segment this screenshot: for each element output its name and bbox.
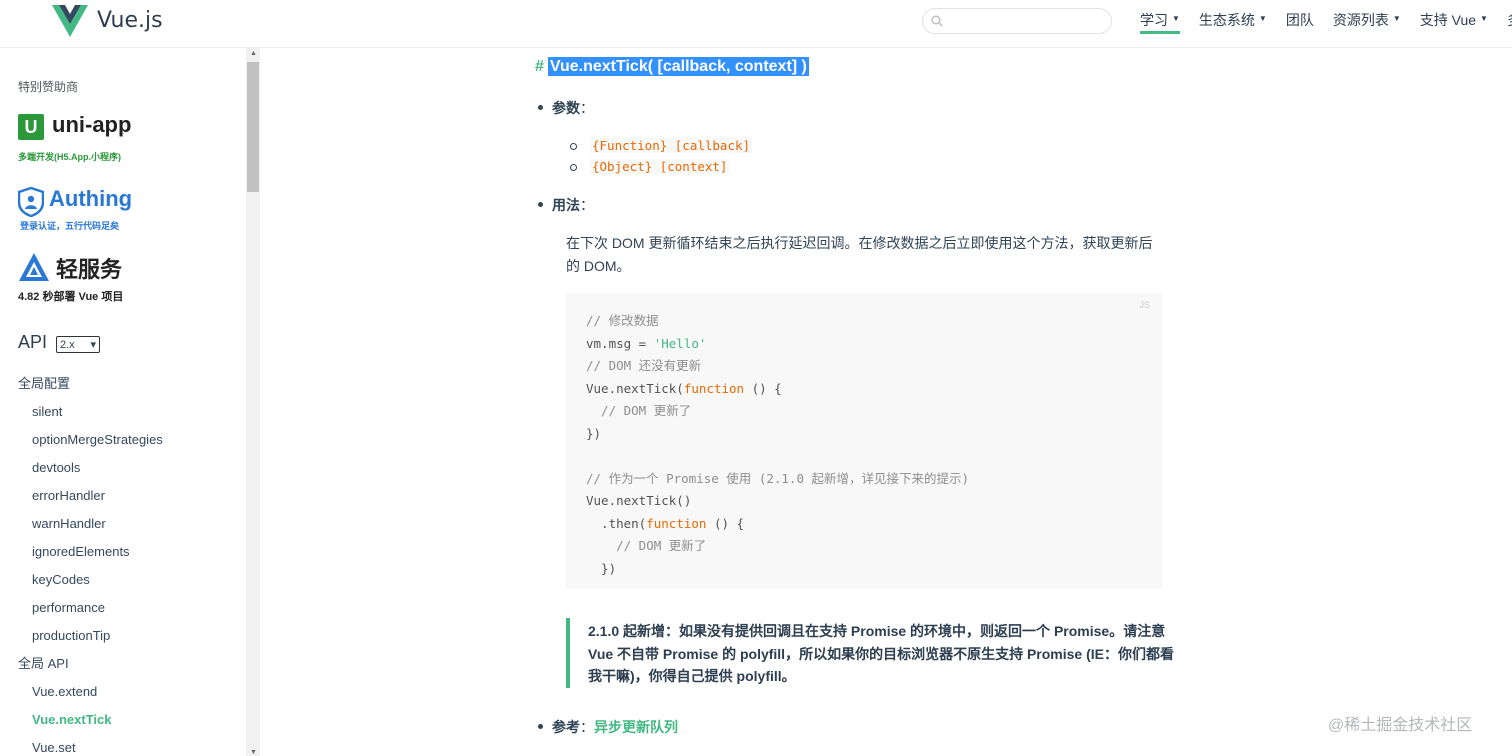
usage-label: 用法 <box>552 197 580 213</box>
usage-description: 在下次 DOM 更新循环结束之后执行延迟回调。在修改数据之后立即使用这个方法，获… <box>566 235 1153 274</box>
main-content: # Vue.nextTick( [callback, context] ) 参数：… <box>260 48 1512 756</box>
nav-label: 学习 <box>1140 12 1168 28</box>
sponsor-name: uni-app <box>52 112 132 137</box>
sidebar-item-error-handler[interactable]: errorHandler <box>0 485 246 513</box>
chevron-down-icon: ▾ <box>90 339 96 351</box>
sidebar: 特别赞助商 U uni-app 多端开发(H5.App.小程序) Authing… <box>0 48 246 756</box>
scrollbar-thumb[interactable] <box>247 62 259 192</box>
sponsor-tagline: 登录认证，五行代码足矣 <box>20 221 120 231</box>
triangle-logo-icon <box>19 253 49 281</box>
nav-ecosystem[interactable]: 生态系统 ▼ <box>1199 10 1267 34</box>
watermark: @稀土掘金技术社区 <box>1328 717 1473 734</box>
version-select[interactable]: 2.x ▾ <box>56 336 100 353</box>
nav-label: 团队 <box>1285 12 1314 28</box>
scroll-up-arrow-icon[interactable]: ▲ <box>250 50 257 57</box>
logo-text[interactable]: Vue.js <box>97 8 163 33</box>
caret-down-icon: ▼ <box>1258 14 1267 23</box>
async-queue-link[interactable]: 异步更新队列 <box>594 719 678 735</box>
code-language-tag: JS <box>1139 300 1150 310</box>
code-line: vm.msg = 'Hello' <box>586 335 707 351</box>
params-colon: ： <box>580 100 594 116</box>
code-line: }) <box>586 560 617 576</box>
top-header: Vue.js 学习 ▼ 生态系统 ▼ 团队 资源列表 ▼ 支持 Vue ▼ 多 <box>0 0 1512 48</box>
code-comment: // 修改数据 <box>586 313 659 328</box>
reference-colon: ： <box>580 719 594 735</box>
nav-label: 生态系统 <box>1198 12 1255 28</box>
caret-down-icon: ▼ <box>1392 14 1401 23</box>
usage-bullet: 用法： <box>538 195 594 215</box>
sidebar-item-devtools[interactable]: devtools <box>0 457 246 485</box>
sidebar-list: 全局配置 silent optionMergeStrategies devtoo… <box>0 373 246 756</box>
sidebar-item-key-codes[interactable]: keyCodes <box>0 569 246 597</box>
section-heading: # Vue.nextTick( [callback, context] ) <box>535 57 809 76</box>
anchor-link[interactable]: # <box>535 58 544 75</box>
nav-resources[interactable]: 资源列表 ▼ <box>1333 10 1401 34</box>
caret-down-icon: ▼ <box>1172 14 1180 23</box>
scroll-down-arrow-icon[interactable]: ▼ <box>250 749 257 756</box>
sidebar-item-warn-handler[interactable]: warnHandler <box>0 513 246 541</box>
params-label: 参数 <box>552 100 580 116</box>
sidebar-section-global-config[interactable]: 全局配置 <box>0 373 246 401</box>
sidebar-item-option-merge-strategies[interactable]: optionMergeStrategies <box>0 429 246 457</box>
code-line: Vue.nextTick(function () { <box>586 380 782 396</box>
sidebar-item-vue-extend[interactable]: Vue.extend <box>0 681 246 709</box>
vue-logo-icon[interactable] <box>52 5 88 37</box>
code-block: JS // 修改数据 vm.msg = 'Hello' // DOM 还没有更新… <box>566 293 1162 589</box>
heading-text: Vue.nextTick( [callback, context] ) <box>547 57 809 76</box>
nav-support-vue[interactable]: 支持 Vue ▼ <box>1420 10 1488 34</box>
version-value: 2.x <box>60 338 75 351</box>
sidebar-item-ignored-elements[interactable]: ignoredElements <box>0 541 246 569</box>
sidebar-section-global-api[interactable]: 全局 API <box>0 653 246 681</box>
sidebar-item-silent[interactable]: silent <box>0 401 246 429</box>
code-comment: // DOM 更新了 <box>586 538 707 553</box>
code-line: }) <box>586 425 602 441</box>
tip-line: 2.1.0 起新增：如果没有提供回调且在支持 Promise 的环境中，则返回一… <box>588 623 1166 639</box>
search-input[interactable] <box>949 12 1104 30</box>
caret-down-icon: ▼ <box>1480 14 1488 23</box>
top-nav: 学习 ▼ 生态系统 ▼ 团队 资源列表 ▼ 支持 Vue ▼ 多 <box>1140 10 1512 34</box>
sidebar-item-production-tip[interactable]: productionTip <box>0 625 246 653</box>
sponsor-name: Authing <box>49 186 133 211</box>
uniapp-logo-icon: U <box>18 114 44 140</box>
code-line: Vue.nextTick() <box>586 493 692 508</box>
search-box[interactable] <box>922 8 1112 34</box>
shield-logo-icon <box>18 187 44 217</box>
nav-label: 资源列表 <box>1332 12 1389 28</box>
sponsor-tagline: 多端开发(H5.App.小程序) <box>18 152 121 162</box>
sidebar-item-vue-set[interactable]: Vue.set <box>0 737 246 756</box>
nav-label: 支持 Vue <box>1419 12 1477 28</box>
tip-line: 我干嘛)，你得自己提供 polyfill。 <box>588 668 796 684</box>
usage-colon: ： <box>580 197 594 213</box>
code-content: // 修改数据 vm.msg = 'Hello' // DOM 还没有更新 Vu… <box>586 310 969 580</box>
api-title: API <box>18 332 48 352</box>
code-line: .then(function () { <box>586 515 745 531</box>
param-context: {Object} [context] <box>569 159 730 174</box>
sidebar-item-vue-nexttick[interactable]: Vue.nextTick <box>0 709 246 737</box>
sponsor-name: 轻服务 <box>56 257 123 282</box>
sponsor-title: 特别赞助商 <box>18 80 79 94</box>
code-comment: // 作为一个 Promise 使用 (2.1.0 起新增，详见接下来的提示) <box>586 470 970 486</box>
tip-line: Vue 不自带 Promise 的 polyfill，所以如果你的目标浏览器不原… <box>588 645 1174 662</box>
nav-more[interactable]: 多 <box>1507 10 1512 34</box>
reference-label: 参考 <box>552 719 580 735</box>
code-comment: // DOM 更新了 <box>586 403 692 418</box>
sidebar-scrollbar[interactable]: ▲ ▼ <box>246 48 260 756</box>
nav-label: 多 <box>1507 10 1512 30</box>
params-bullet: 参数： <box>538 98 594 118</box>
param-callback: {Function} [callback] <box>569 138 753 153</box>
search-icon <box>931 15 943 27</box>
sidebar-item-performance[interactable]: performance <box>0 597 246 625</box>
nav-learn[interactable]: 学习 ▼ <box>1140 10 1180 34</box>
code-comment: // DOM 还没有更新 <box>586 358 702 373</box>
reference-bullet: 参考：异步更新队列 <box>538 717 678 737</box>
nav-team[interactable]: 团队 <box>1286 10 1314 34</box>
sponsor-tagline: 4.82 秒部署 Vue 项目 <box>18 291 124 303</box>
tip-callout: 2.1.0 起新增：如果没有提供回调且在支持 Promise 的环境中，则返回一… <box>566 618 1174 688</box>
